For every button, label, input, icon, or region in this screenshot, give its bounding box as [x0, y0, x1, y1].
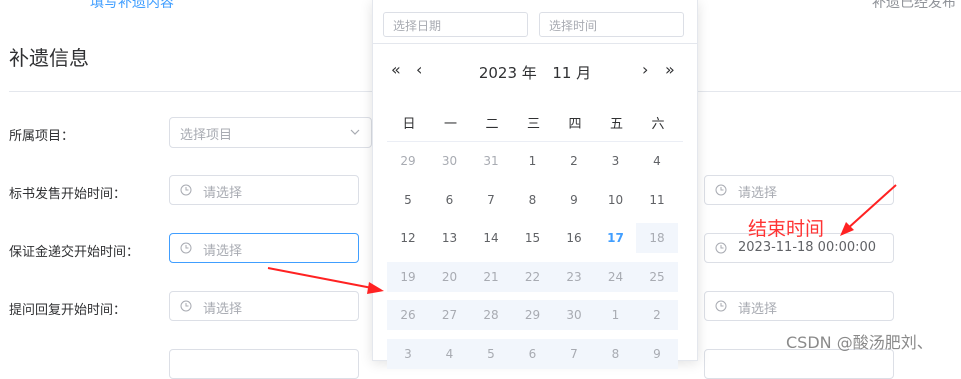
- watermark: CSDN @酸汤肥刘、: [786, 333, 933, 352]
- arrow-to-disabled-dates: [267, 267, 373, 289]
- annotation-arrows: [267, 184, 897, 294]
- arrow-head-disabled-dates: [367, 282, 384, 294]
- arrow-to-end-time: [845, 184, 897, 231]
